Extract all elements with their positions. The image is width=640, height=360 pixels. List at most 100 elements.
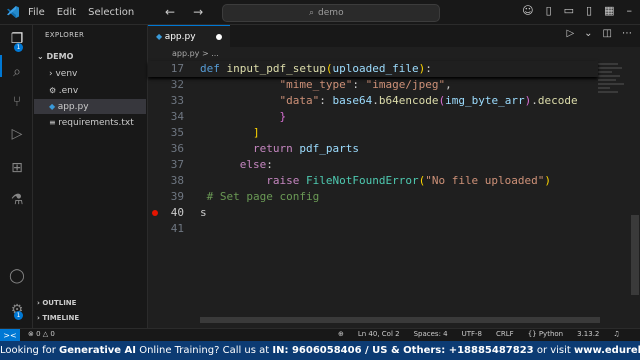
layout-icon[interactable]: ▦ — [604, 4, 614, 17]
code-lines[interactable]: 17 def input_pdf_setup(uploaded_file): 32 … — [148, 61, 608, 317]
code-token: b64encode — [378, 94, 439, 107]
nav-buttons: ← → — [165, 5, 221, 19]
menu-edit[interactable]: Edit — [57, 7, 76, 18]
timeline-section[interactable]: › TIMELINE — [37, 314, 79, 322]
run-debug-icon[interactable]: ▷ — [8, 125, 26, 143]
window-controls: ☺ ▯ ▭ ▯ ▦ – — [522, 4, 632, 17]
source-control-icon[interactable]: ⑂ — [8, 93, 26, 111]
code-token: "image/jpeg" — [365, 78, 446, 91]
explorer-badge: 1 — [14, 43, 23, 52]
code-token: : — [425, 62, 432, 75]
status-right: ⊕ Ln 40, Col 2 Spaces: 4 UTF-8 CRLF {} P… — [338, 330, 620, 338]
folder-demo[interactable]: ⌄ DEMO — [37, 52, 73, 61]
editor-area: ◆ app.py ▷ ⌄ ◫ ⋯ app.py > ... 17 def inpu… — [148, 25, 640, 328]
minimap[interactable] — [598, 61, 626, 121]
code-token: # Set page config — [200, 190, 320, 203]
search-view-icon[interactable]: ⌕ — [8, 63, 26, 81]
code-line[interactable]: 39 # Set page config — [148, 189, 598, 205]
line-number: 35 — [170, 126, 184, 139]
toggle-sidebar-icon[interactable]: ▯ — [546, 4, 552, 17]
promo-banner: Looking for Generative AI Online Trainin… — [0, 341, 640, 360]
code-token: FileNotFoundError — [305, 174, 419, 187]
code-line[interactable]: 41 — [148, 221, 598, 237]
code-line[interactable]: 38 raise FileNotFoundError("No file uplo… — [148, 173, 598, 189]
code-token: base64 — [332, 94, 373, 107]
code-token: . — [531, 94, 538, 107]
code-text: } — [200, 109, 286, 125]
breadcrumb[interactable]: app.py > ... — [172, 49, 219, 58]
tree-item-requirements[interactable]: ≡ requirements.txt — [49, 115, 145, 130]
code-token: "mime_type" — [279, 78, 353, 91]
code-line[interactable]: 32 "mime_type": "image/jpeg", — [148, 77, 598, 93]
code-line[interactable]: 17 def input_pdf_setup(uploaded_file): — [148, 61, 598, 77]
zoom-icon[interactable]: ⊕ — [338, 330, 344, 338]
status-bar: >< ⊗ 0 △ 0 ⊕ Ln 40, Col 2 Spaces: 4 UTF-… — [0, 328, 640, 342]
code-text: "data": base64.b64encode(img_byte_arr).d… — [200, 93, 577, 109]
explorer-title: EXPLORER — [45, 31, 85, 39]
banner-course: Generative AI — [59, 345, 137, 356]
indentation[interactable]: Spaces: 4 — [414, 330, 448, 338]
code-line[interactable]: 35 ] — [148, 125, 598, 141]
chevron-down-icon[interactable]: ⌄ — [584, 28, 592, 39]
horizontal-scrollbar[interactable] — [200, 317, 600, 323]
toggle-secondary-sidebar-icon[interactable]: ▯ — [586, 4, 592, 17]
code-line[interactable]: 40 s — [148, 205, 598, 221]
breakpoint-icon[interactable] — [152, 210, 158, 216]
back-arrow-icon[interactable]: ← — [165, 5, 175, 19]
copilot-icon[interactable]: ☺ — [522, 4, 533, 17]
tree-item-app-py[interactable]: ◆ app.py — [34, 99, 146, 114]
active-indicator — [0, 55, 2, 77]
banner-url[interactable]: www.edureka.co — [574, 345, 640, 356]
unsaved-dot-icon[interactable] — [216, 34, 222, 40]
code-token: ) — [544, 174, 552, 187]
code-line[interactable]: 34 } — [148, 109, 598, 125]
outline-section[interactable]: › OUTLINE — [37, 299, 76, 307]
code-text: else: — [200, 157, 273, 173]
split-editor-icon[interactable]: ◫ — [603, 28, 612, 39]
problems-indicator[interactable]: ⊗ 0 △ 0 — [28, 330, 55, 338]
code-text: s — [200, 205, 207, 221]
extensions-icon[interactable]: ⊞ — [8, 159, 26, 177]
tab-app-py[interactable]: ◆ app.py — [148, 25, 230, 48]
search-icon: ⌕ — [309, 8, 315, 18]
code-token: raise — [266, 174, 306, 187]
line-number: 39 — [170, 190, 184, 203]
tree-item-env[interactable]: ⚙ .env — [49, 83, 145, 98]
code-token: pdf_parts — [299, 142, 359, 155]
python-icon: ◆ — [156, 32, 165, 41]
line-number: 32 — [170, 78, 184, 91]
line-number: 34 — [170, 110, 184, 123]
menu-file[interactable]: File — [28, 7, 45, 18]
minimize-icon[interactable]: – — [627, 4, 633, 17]
language-mode[interactable]: {} Python — [528, 330, 563, 338]
tree-item-venv[interactable]: › venv — [49, 67, 145, 82]
encoding[interactable]: UTF-8 — [462, 330, 482, 338]
line-number: 41 — [170, 222, 184, 235]
menu-selection[interactable]: Selection — [88, 7, 134, 18]
code-token: : — [266, 158, 273, 171]
code-line[interactable]: 36 return pdf_parts — [148, 141, 598, 157]
code-text: # Set page config — [200, 189, 320, 205]
notifications-bell-icon[interactable]: ♫ — [613, 330, 619, 338]
code-text: "mime_type": "image/jpeg", — [200, 77, 451, 93]
code-token: img_byte_arr — [445, 94, 525, 107]
code-text: ] — [200, 125, 260, 141]
accounts-icon[interactable]: ◯ — [8, 267, 26, 285]
code-token: def — [200, 62, 227, 75]
cursor-position[interactable]: Ln 40, Col 2 — [358, 330, 400, 338]
more-actions-icon[interactable]: ⋯ — [622, 28, 632, 39]
activity-bar: ❐ 1 ⌕ ⑂ ▷ ⊞ ⚗ ◯ ⚙ 1 — [0, 25, 33, 328]
command-center-search[interactable]: ⌕ demo — [222, 4, 440, 22]
toggle-panel-icon[interactable]: ▭ — [564, 4, 574, 17]
code-line[interactable]: 37 else: — [148, 157, 598, 173]
code-text: def input_pdf_setup(uploaded_file): — [200, 61, 432, 77]
code-token: uploaded_file — [332, 62, 419, 75]
line-number: 33 — [170, 94, 184, 107]
code-line[interactable]: 33 "data": base64.b64encode(img_byte_arr… — [148, 93, 598, 109]
vertical-scrollbar[interactable] — [631, 215, 639, 295]
line-ending[interactable]: CRLF — [496, 330, 514, 338]
forward-arrow-icon[interactable]: → — [193, 5, 203, 19]
run-icon[interactable]: ▷ — [566, 28, 574, 39]
testing-icon[interactable]: ⚗ — [8, 191, 26, 209]
python-version[interactable]: 3.13.2 — [577, 330, 599, 338]
